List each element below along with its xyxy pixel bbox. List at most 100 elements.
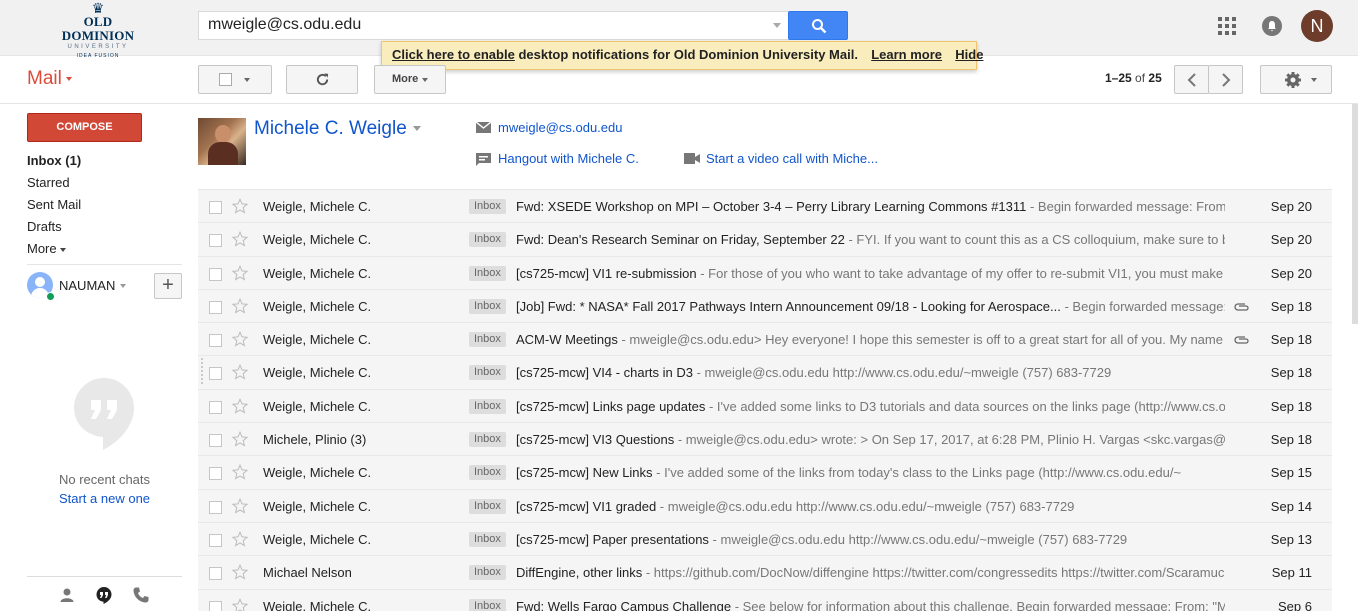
row-checkbox[interactable] bbox=[209, 567, 222, 581]
row-checkbox[interactable] bbox=[209, 600, 222, 611]
row-checkbox[interactable] bbox=[209, 201, 222, 214]
inbox-label-badge[interactable]: Inbox bbox=[469, 531, 506, 547]
message-subject: ACM-W Meetings - mweigle@cs.odu.edu> Hey… bbox=[516, 332, 1225, 347]
row-checkbox[interactable] bbox=[209, 533, 222, 547]
start-new-chat-link[interactable]: Start a new one bbox=[27, 491, 182, 506]
video-camera-icon bbox=[684, 153, 700, 164]
message-subject: Fwd: XSEDE Workshop on MPI – October 3-4… bbox=[516, 199, 1225, 214]
row-checkbox[interactable] bbox=[209, 334, 222, 348]
inbox-label-badge[interactable]: Inbox bbox=[469, 565, 506, 581]
inbox-label-badge[interactable]: Inbox bbox=[469, 432, 506, 448]
row-checkbox[interactable] bbox=[209, 234, 222, 248]
nav-starred[interactable]: Starred bbox=[27, 174, 177, 196]
message-subject: [cs725-mcw] VI1 graded - mweigle@cs.odu.… bbox=[516, 498, 1075, 514]
nav-more[interactable]: More bbox=[27, 240, 177, 262]
star-icon[interactable] bbox=[232, 530, 248, 547]
row-checkbox[interactable] bbox=[209, 400, 222, 414]
inbox-label-badge[interactable]: Inbox bbox=[469, 465, 506, 481]
video-call-link[interactable]: Start a video call with Miche... bbox=[684, 151, 878, 166]
inbox-label-badge[interactable]: Inbox bbox=[469, 265, 506, 281]
contact-email-link[interactable]: mweigle@cs.odu.edu bbox=[476, 120, 622, 135]
older-button[interactable] bbox=[1208, 65, 1243, 94]
contact-photo[interactable] bbox=[198, 118, 246, 165]
star-icon[interactable] bbox=[232, 431, 248, 447]
star-icon[interactable] bbox=[232, 198, 248, 214]
contact-name[interactable]: Michele C. Weigle bbox=[254, 118, 421, 140]
star-icon[interactable] bbox=[232, 464, 248, 481]
hangouts-icon[interactable] bbox=[95, 586, 113, 604]
person-icon[interactable] bbox=[58, 586, 76, 604]
inbox-label-badge[interactable]: Inbox bbox=[469, 365, 506, 381]
folder-nav: Inbox (1) Starred Sent Mail Drafts More bbox=[27, 152, 177, 262]
refresh-button[interactable] bbox=[286, 65, 358, 94]
star-icon[interactable] bbox=[232, 597, 248, 611]
star-icon[interactable] bbox=[232, 497, 248, 514]
inbox-label-badge[interactable]: Inbox bbox=[469, 498, 506, 514]
table-row[interactable]: Weigle, Michele C. Inbox [cs725-mcw] VI1 g… bbox=[198, 489, 1332, 523]
hide-link[interactable]: Hide bbox=[955, 47, 983, 62]
learn-more-link[interactable]: Learn more bbox=[871, 47, 942, 62]
university-logo[interactable]: ♛ OLD DOMINION UNIVERSITY IDEA FUSION bbox=[46, 0, 150, 59]
table-row[interactable]: Weigle, Michele C. Inbox [cs725-mcw] VI4 -… bbox=[198, 356, 1332, 390]
star-icon[interactable] bbox=[232, 364, 248, 381]
new-conversation-button[interactable]: + bbox=[154, 273, 182, 299]
table-row[interactable]: Michele, Plinio (3) Inbox [cs725-mcw] VI3 … bbox=[198, 423, 1332, 457]
table-row[interactable]: Weigle, Michele C. Inbox Fwd: XSEDE Worksh… bbox=[198, 190, 1332, 224]
inbox-label-badge[interactable]: Inbox bbox=[469, 232, 506, 248]
scrollbar[interactable] bbox=[1352, 104, 1358, 324]
notifications-bell-icon[interactable] bbox=[1262, 16, 1282, 36]
star-icon[interactable] bbox=[232, 397, 248, 414]
more-actions-button[interactable]: More bbox=[374, 65, 446, 94]
mail-app-switcher[interactable]: Mail bbox=[27, 68, 72, 90]
row-checkbox[interactable] bbox=[209, 467, 222, 481]
select-all-button[interactable] bbox=[198, 65, 272, 94]
refresh-icon bbox=[316, 73, 329, 86]
nav-drafts[interactable]: Drafts bbox=[27, 218, 177, 240]
message-subject: [cs725-mcw] Paper presentations - mweigl… bbox=[516, 531, 1128, 547]
table-row[interactable]: Michael Nelson Inbox DiffEngine, other lin… bbox=[198, 556, 1332, 590]
row-checkbox[interactable] bbox=[209, 500, 222, 514]
star-icon[interactable] bbox=[232, 297, 248, 314]
chevron-left-icon bbox=[1187, 73, 1196, 87]
nav-inbox[interactable]: Inbox (1) bbox=[27, 152, 177, 174]
search-options-icon[interactable] bbox=[773, 23, 781, 28]
star-icon[interactable] bbox=[232, 231, 248, 247]
row-checkbox[interactable] bbox=[209, 367, 222, 381]
chevron-down-icon bbox=[59, 247, 66, 252]
table-row[interactable]: Weigle, Michele C. Inbox [cs725-mcw] VI1 r… bbox=[198, 256, 1332, 290]
message-date: Sep 18 bbox=[1270, 398, 1312, 414]
table-row[interactable]: Weigle, Michele C. Inbox [cs725-mcw] Links… bbox=[198, 389, 1332, 424]
inbox-label-badge[interactable]: Inbox bbox=[469, 298, 506, 314]
table-row[interactable]: Weigle, Michele C. Inbox [cs725-mcw] Paper… bbox=[198, 522, 1332, 557]
phone-icon[interactable] bbox=[132, 586, 150, 604]
search-input[interactable]: mweigle@cs.odu.edu bbox=[198, 11, 790, 40]
table-row[interactable]: Weigle, Michele C. Inbox [cs725-mcw] New L… bbox=[198, 456, 1332, 490]
table-row[interactable]: Weigle, Michele C. Inbox Fwd: Dean's Resea… bbox=[198, 223, 1332, 257]
inbox-label-badge[interactable]: Inbox bbox=[469, 199, 506, 214]
enable-notifications-link[interactable]: Click here to enable bbox=[392, 47, 515, 62]
star-icon[interactable] bbox=[232, 564, 248, 580]
hangouts-user-name: NAUMAN bbox=[59, 278, 116, 293]
search-query[interactable]: mweigle@cs.odu.edu bbox=[208, 16, 361, 34]
account-avatar[interactable]: N bbox=[1301, 10, 1333, 42]
nav-sent-mail[interactable]: Sent Mail bbox=[27, 196, 177, 218]
inbox-label-badge[interactable]: Inbox bbox=[469, 398, 506, 414]
apps-grid-icon[interactable] bbox=[1218, 17, 1236, 35]
table-row[interactable]: Weigle, Michele C. Inbox [Job] Fwd: * NASA… bbox=[198, 289, 1332, 324]
select-checkbox[interactable] bbox=[219, 73, 232, 86]
inbox-label-badge[interactable]: Inbox bbox=[469, 332, 506, 348]
table-row[interactable]: Weigle, Michele C. Inbox ACM-W Meetings - … bbox=[198, 323, 1332, 357]
star-icon[interactable] bbox=[232, 331, 248, 347]
table-row[interactable]: Weigle, Michele C. Inbox Fwd: Wells Fargo … bbox=[198, 589, 1332, 611]
drag-handle[interactable] bbox=[200, 357, 204, 385]
hangout-contact-link[interactable]: Hangout with Michele C. bbox=[476, 151, 639, 166]
row-checkbox[interactable] bbox=[209, 300, 222, 314]
compose-button[interactable]: COMPOSE bbox=[27, 113, 142, 142]
search-button[interactable] bbox=[788, 11, 848, 40]
inbox-label-badge[interactable]: Inbox bbox=[469, 598, 506, 611]
star-icon[interactable] bbox=[232, 264, 248, 281]
newer-button[interactable] bbox=[1174, 65, 1209, 94]
settings-button[interactable] bbox=[1260, 65, 1332, 94]
row-checkbox[interactable] bbox=[209, 267, 222, 281]
row-checkbox[interactable] bbox=[209, 434, 222, 448]
